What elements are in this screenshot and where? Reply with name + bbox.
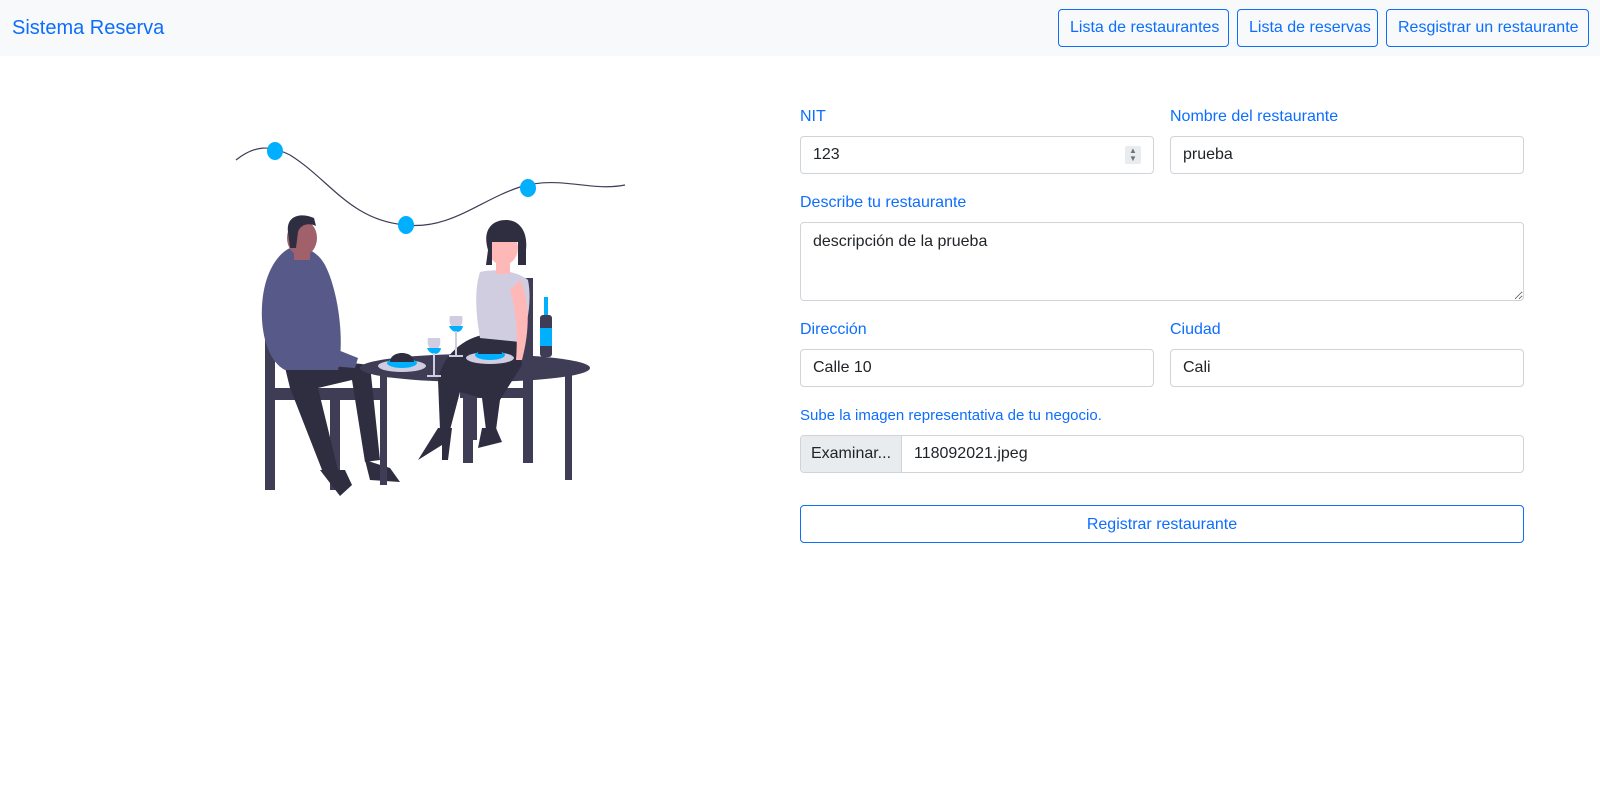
image-file-input[interactable]: Examinar... 118092021.jpeg: [800, 435, 1524, 473]
nav-reservation-list-button[interactable]: Lista de reservas: [1237, 9, 1378, 47]
browse-button[interactable]: Examinar...: [801, 436, 902, 472]
nav-restaurant-list-button[interactable]: Lista de restaurantes: [1058, 9, 1229, 47]
navbar: Sistema Reserva Lista de restaurantes Li…: [0, 0, 1600, 56]
nav-register-restaurant-button[interactable]: Resgistrar un restaurante: [1386, 9, 1589, 47]
dinner-illustration: [235, 142, 626, 496]
brand-link[interactable]: Sistema Reserva: [12, 16, 164, 40]
restaurant-name-label: Nombre del restaurante: [1170, 108, 1339, 125]
number-spinner-icon[interactable]: ▲ ▼: [1125, 146, 1141, 164]
image-upload-label: Sube la imagen representativa de tu nego…: [800, 407, 1102, 424]
nit-label: NIT: [800, 108, 826, 125]
city-label: Ciudad: [1170, 321, 1221, 338]
register-restaurant-button[interactable]: Registrar restaurante: [800, 505, 1524, 543]
restaurant-name-input[interactable]: [1170, 136, 1524, 174]
nit-value: 123: [813, 146, 840, 163]
city-input[interactable]: [1170, 349, 1524, 387]
description-label: Describe tu restaurante: [800, 194, 967, 211]
description-textarea[interactable]: descripción de la prueba: [800, 222, 1524, 301]
nit-field[interactable]: 123 ▲ ▼: [800, 136, 1154, 174]
selected-filename: 118092021.jpeg: [914, 445, 1028, 462]
address-label: Dirección: [800, 321, 867, 338]
address-input[interactable]: [800, 349, 1154, 387]
